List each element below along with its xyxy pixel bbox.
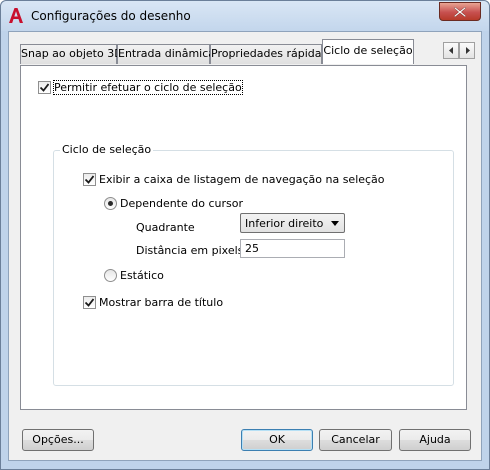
enable-cycling-checkbox[interactable] <box>38 81 51 94</box>
arrow-left-icon <box>449 47 453 54</box>
show-title-bar-checkbox[interactable] <box>83 296 96 309</box>
cancel-button[interactable]: Cancelar <box>319 429 392 451</box>
tab-scroll-left[interactable] <box>443 42 459 59</box>
distance-label: Distância em pixels <box>136 244 244 257</box>
tab-scroll-right[interactable] <box>459 42 475 59</box>
arrow-right-icon <box>466 47 470 54</box>
static-label[interactable]: Estático <box>120 269 164 282</box>
tab-label: Propriedades rápidas <box>211 47 328 60</box>
options-button[interactable]: Opções... <box>22 429 94 451</box>
static-radio[interactable] <box>104 269 117 282</box>
tab-snap-3d[interactable]: Snap ao objeto 3D <box>20 44 123 64</box>
title-bar[interactable]: Configurações do desenho <box>1 1 489 31</box>
tab-dynamic-input[interactable]: Entrada dinâmica <box>117 44 215 64</box>
dialog-window: Configurações do desenho Snap ao objeto … <box>0 0 490 470</box>
ok-button[interactable]: OK <box>241 429 313 451</box>
close-button[interactable] <box>439 2 481 21</box>
tab-quick-properties[interactable]: Propriedades rápidas <box>210 44 327 64</box>
tab-panel: Permitir efetuar o ciclo de seleção Cicl… <box>20 65 467 410</box>
distance-value: 25 <box>245 242 259 255</box>
show-list-checkbox[interactable] <box>83 173 96 186</box>
quadrant-value: Inferior direito <box>245 217 324 230</box>
chevron-down-icon <box>331 221 339 226</box>
selection-cycling-group: Ciclo de seleção Exibir a caixa de lista… <box>53 143 454 386</box>
autocad-a-icon <box>9 8 23 23</box>
quadrant-select[interactable]: Inferior direito <box>240 213 345 233</box>
group-title: Ciclo de seleção <box>60 143 154 156</box>
checkmark-icon <box>85 175 94 184</box>
window-title: Configurações do desenho <box>31 9 191 23</box>
quadrant-label: Quadrante <box>136 221 195 234</box>
radio-dot <box>108 201 113 206</box>
help-button[interactable]: Ajuda <box>399 429 471 451</box>
checkmark-icon <box>85 298 94 307</box>
show-list-label[interactable]: Exibir a caixa de listagem de navegação … <box>99 173 385 186</box>
tab-label: Ciclo de seleção <box>323 44 413 57</box>
enable-cycling-label[interactable]: Permitir efetuar o ciclo de seleção <box>53 80 243 95</box>
cursor-dependent-radio[interactable] <box>104 197 117 210</box>
close-x-icon <box>454 7 466 17</box>
tab-label: Snap ao objeto 3D <box>21 47 123 60</box>
tab-selection-cycling[interactable]: Ciclo de seleção <box>322 39 414 64</box>
tab-label: Entrada dinâmica <box>118 47 216 60</box>
show-title-bar-label[interactable]: Mostrar barra de título <box>99 296 223 309</box>
checkmark-icon <box>40 83 49 92</box>
dialog-client: Snap ao objeto 3D Entrada dinâmica Propr… <box>8 31 482 461</box>
distance-input[interactable]: 25 <box>240 239 345 258</box>
cursor-dependent-label[interactable]: Dependente do cursor <box>120 197 243 210</box>
